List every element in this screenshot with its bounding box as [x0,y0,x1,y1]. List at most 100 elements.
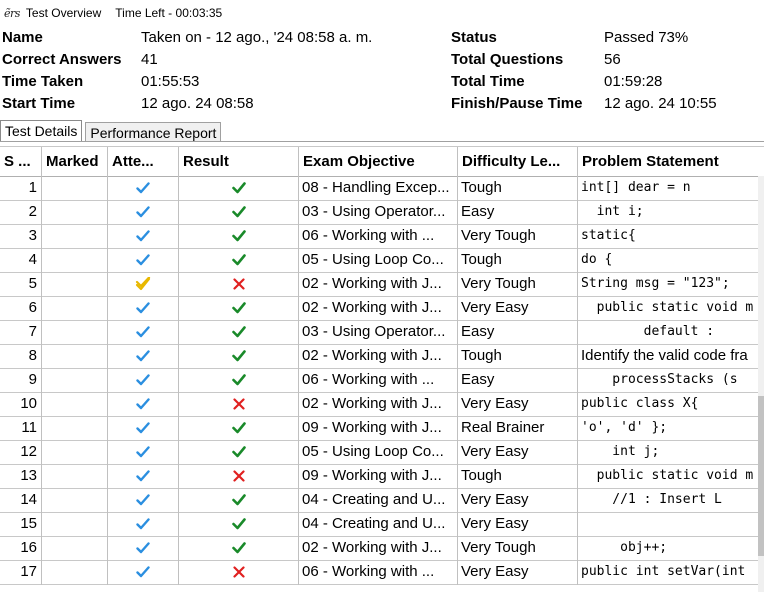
total-questions-value: 56 [604,51,621,68]
vertical-scrollbar[interactable] [758,176,764,592]
table-row[interactable]: 8 02 - Working with J... Tough Identify the… [0,345,764,369]
check-icon [231,201,246,223]
difficulty-cell: Tough [458,249,578,273]
table-row[interactable]: 17 06 - Working with ... Very Easy public i… [0,561,764,585]
exam-objective-cell: 08 - Handling Excep... [299,177,458,201]
serial-number-cell: 11 [0,417,42,441]
result-cell [179,297,299,321]
column-header-exam-objective[interactable]: Exam Objective [299,147,458,177]
table-row[interactable]: 5 02 - Working with J... Very Tough String … [0,273,764,297]
table-row[interactable]: 13 09 - Working with J... Tough public sta… [0,465,764,489]
attempted-cell [108,177,179,201]
problem-statement-cell: processStacks (s [581,372,738,387]
result-cell [179,321,299,345]
marked-cell [42,273,108,297]
serial-number-cell: 4 [0,249,42,273]
grid-header: S ... Marked Atte... Result Exam Objecti… [0,147,764,177]
attempted-cell [108,345,179,369]
table-row[interactable]: 10 02 - Working with J... Very Easy public … [0,393,764,417]
column-header-difficulty[interactable]: Difficulty Le... [458,147,578,177]
column-header-attempted[interactable]: Atte... [108,147,179,177]
serial-number-cell: 9 [0,369,42,393]
correct-answers-value: 41 [141,51,158,68]
result-cell [179,513,299,537]
table-row[interactable]: 3 06 - Working with ... Very Tough static{ [0,225,764,249]
problem-statement-cell: public int setVar(int [581,564,746,579]
table-row[interactable]: 1 08 - Handling Excep... Tough int[] dear =… [0,177,764,201]
problem-statement-cell: obj++; [581,540,668,555]
check-icon [136,201,150,223]
summary-row: Time Taken 01:55:53 Total Time 01:59:28 [0,73,764,95]
table-row[interactable]: 9 06 - Working with ... Easy processStacks… [0,369,764,393]
check-icon [231,177,246,199]
exam-objective-cell: 03 - Using Operator... [299,201,458,225]
attempted-cell [108,393,179,417]
problem-statement-cell: 'o', 'd' }; [581,420,668,435]
attempted-cell [108,273,179,297]
name-value: Taken on - 12 ago., '24 08:58 a. m. [141,29,373,46]
column-header-serial[interactable]: S ... [0,147,42,177]
problem-statement-cell: int i; [581,204,644,219]
problem-statement-cell: default : [581,324,715,339]
serial-number-cell: 16 [0,537,42,561]
tab-test-details[interactable]: Test Details [0,120,83,142]
serial-number-cell: 17 [0,561,42,585]
difficulty-cell: Very Easy [458,441,578,465]
table-row[interactable]: 14 04 - Creating and U... Very Easy //1 : … [0,489,764,513]
time-taken-label: Time Taken [2,73,84,90]
table-row[interactable]: 2 03 - Using Operator... Easy int i; [0,201,764,225]
difficulty-cell: Very Tough [458,537,578,561]
table-row[interactable]: 6 02 - Working with J... Very Easy public … [0,297,764,321]
table-row[interactable]: 15 04 - Creating and U... Very Easy [0,513,764,537]
result-cell [179,417,299,441]
exam-objective-cell: 02 - Working with J... [299,537,458,561]
difficulty-cell: Easy [458,321,578,345]
difficulty-cell: Tough [458,345,578,369]
column-header-problem-statement[interactable]: Problem Statement [578,147,764,177]
problem-statement-cell [578,513,764,537]
column-header-result[interactable]: Result [179,147,299,177]
serial-number-cell: 1 [0,177,42,201]
tab-performance-report[interactable]: Performance Report [85,122,222,142]
serial-number-cell: 7 [0,321,42,345]
check-icon [231,369,246,391]
exam-objective-cell: 02 - Working with J... [299,273,458,297]
result-cell [179,465,299,489]
difficulty-cell: Very Easy [458,297,578,321]
problem-statement-cell: int j; [581,444,660,459]
attempted-cell [108,441,179,465]
marked-cell [42,489,108,513]
table-row[interactable]: 11 09 - Working with J... Real Brainer'o',… [0,417,764,441]
result-cell [179,369,299,393]
table-row[interactable]: 7 03 - Using Operator... Easy default : [0,321,764,345]
table-row[interactable]: 12 05 - Using Loop Co... Very Easy int j; [0,441,764,465]
marked-cell [42,561,108,585]
difficulty-cell: Real Brainer [458,417,578,441]
cross-icon [232,273,245,295]
correct-answers-label: Correct Answers [2,51,122,68]
exam-objective-cell: 05 - Using Loop Co... [299,249,458,273]
time-taken-value: 01:55:53 [141,73,200,90]
attempted-cell [108,561,179,585]
tab-divider [0,141,764,142]
difficulty-cell: Easy [458,369,578,393]
check-icon [136,345,150,367]
table-row[interactable]: 4 05 - Using Loop Co... Tough do { [0,249,764,273]
difficulty-cell: Very Easy [458,393,578,417]
total-questions-label: Total Questions [451,51,564,68]
column-header-marked[interactable]: Marked [42,147,108,177]
grid-body: 1 08 - Handling Excep... Tough int[] dear =… [0,177,764,585]
check-icon [136,225,150,247]
time-left: Time Left - 00:03:35 [115,6,223,20]
attempted-cell [108,369,179,393]
start-time-value: 12 ago. 24 08:58 [141,95,254,112]
status-label: Status [451,29,497,46]
scrollbar-thumb[interactable] [758,396,764,556]
exam-objective-cell: 06 - Working with ... [299,369,458,393]
check-icon [136,417,150,439]
tab-bar: Test Details Performance Report [0,120,224,142]
exam-objective-cell: 06 - Working with ... [299,225,458,249]
attempted-cell [108,225,179,249]
attempted-cell [108,249,179,273]
table-row[interactable]: 16 02 - Working with J... Very Tough obj++… [0,537,764,561]
